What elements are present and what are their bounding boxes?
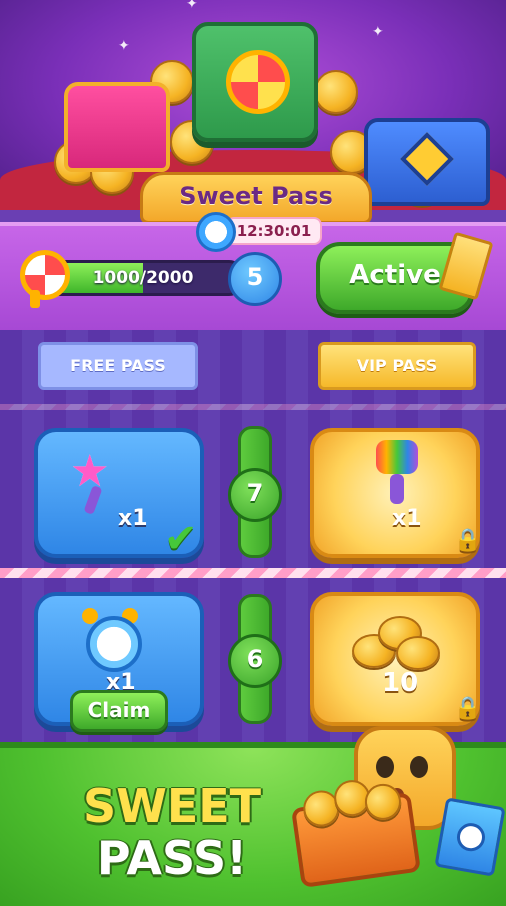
reward-quantity: x1: [392, 506, 422, 531]
coin-stack-icon: [352, 612, 440, 674]
treasure-basket-icon: [291, 777, 421, 888]
promo-title: SWEET PASS!: [72, 780, 272, 884]
level-number: 6: [246, 645, 264, 673]
lock-icon: 🔒: [454, 528, 482, 553]
level-number: 5: [246, 263, 264, 291]
progress-text: 1000/2000: [92, 268, 194, 288]
vip-pass-tag[interactable]: VIP PASS: [318, 342, 476, 390]
lock-icon: 🔒: [454, 696, 482, 721]
shopping-bag-icon: [434, 797, 506, 877]
level-badge: 5: [228, 252, 282, 306]
paint-brush-icon: [366, 440, 436, 506]
checkmark-icon: ✔: [164, 516, 198, 562]
claim-button[interactable]: Claim: [70, 690, 168, 732]
blue-chest-icon: [364, 118, 490, 206]
alarm-clock-icon: [80, 608, 144, 672]
timer-text: 12:30:01: [236, 222, 312, 240]
promo-line-1: SWEET: [82, 779, 262, 833]
level-marker: 7: [228, 468, 282, 522]
promo-line-2: PASS!: [96, 831, 248, 885]
sparkle-icon: ✦: [372, 24, 384, 40]
sparkle-icon: ✦: [118, 38, 130, 54]
level-number: 7: [246, 479, 264, 507]
page-title: Sweet Pass: [179, 182, 333, 210]
level-marker: 6: [228, 634, 282, 688]
alarm-clock-icon: [196, 212, 236, 252]
progress-bar: 1000/2000: [42, 260, 244, 296]
divider: [0, 404, 506, 410]
reward-quantity: x1: [118, 506, 148, 531]
divider: [0, 568, 506, 578]
claim-button-label: Claim: [87, 698, 151, 722]
pink-chest-icon: [64, 82, 170, 172]
coin-icon: [314, 70, 358, 114]
sparkle-icon: ✦: [186, 0, 198, 12]
timer: 12:30:01: [196, 212, 324, 252]
magic-wand-icon: ★: [64, 446, 124, 515]
candy-safe-icon: [192, 22, 318, 142]
free-pass-tag: FREE PASS: [38, 342, 198, 390]
timer-box: 12:30:01: [226, 217, 322, 245]
candy-key-icon: [20, 250, 70, 308]
